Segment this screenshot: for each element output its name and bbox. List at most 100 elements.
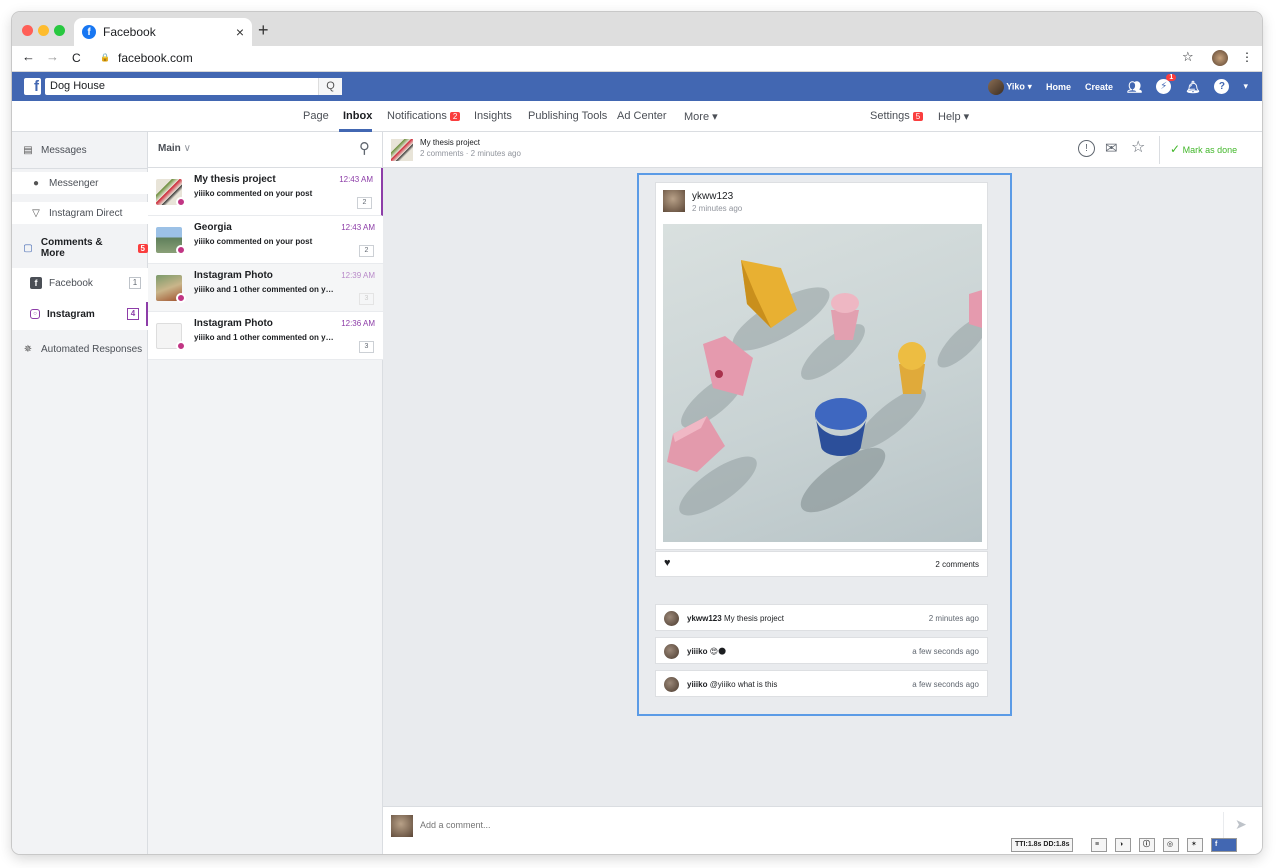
tab-close-icon[interactable]: × [236, 24, 244, 40]
tti-readout: TTI:1.8s DD:1.8s [1011, 838, 1074, 852]
comment-row[interactable]: ykww123 My thesis project 2 minutes ago [655, 604, 988, 631]
create-link[interactable]: Create [1085, 82, 1113, 92]
sidebar-item-messenger[interactable]: ● Messenger [12, 172, 148, 194]
filter-label: Main [158, 143, 181, 154]
instagram-badge-icon [176, 293, 186, 303]
minimize-window-button[interactable] [38, 25, 49, 36]
tab-ad-center[interactable]: Ad Center [617, 110, 667, 122]
browser-tab[interactable]: f Facebook × [74, 18, 252, 46]
tab-settings[interactable]: Settings 5 [870, 110, 924, 122]
post-photo[interactable] [663, 224, 982, 542]
thread-subtitle: yiiiko and 1 other commented on your pos… [194, 333, 336, 342]
comment-input[interactable] [420, 816, 1200, 834]
sidebar-item-messages[interactable]: ▤ Messages [12, 140, 148, 160]
user-caret-icon: ▾ [1027, 80, 1032, 91]
search-icon[interactable]: Q [318, 78, 342, 95]
thread-count: 3 [359, 341, 374, 353]
search-icon[interactable]: ⚲ [359, 139, 370, 157]
sidebar-item-automated-responses[interactable]: ✵ Automated Responses [12, 338, 148, 360]
messenger-icon: ● [32, 177, 40, 189]
comment-row[interactable]: yiiiko @yiiiko what is this a few second… [655, 670, 988, 697]
instagram-badge-icon [176, 197, 186, 207]
user-menu[interactable]: Yiko ▾ [987, 78, 1032, 95]
mark-unread-icon[interactable]: ✉︎ [1105, 139, 1118, 157]
wooden-shapes-illustration [667, 260, 982, 516]
profile-avatar[interactable] [1212, 50, 1228, 66]
facebook-logo-icon[interactable]: f [24, 78, 41, 95]
sidebar-item-label: Facebook [49, 277, 93, 289]
star-icon[interactable]: ☆ [1131, 137, 1145, 157]
notifications-bell-icon[interactable]: 🔔︎ [1185, 80, 1200, 94]
commenter-avatar [664, 611, 679, 626]
sidebar-item-facebook[interactable]: f Facebook 1 [12, 272, 148, 294]
comment-body: 😍🌑 [709, 647, 727, 656]
facebook-square-icon: f [30, 277, 42, 289]
sidebar-item-label: Instagram Direct [49, 207, 123, 219]
thread-item[interactable]: Instagram Photo yiiiko and 1 other comme… [148, 264, 383, 312]
sidebar-item-label: Instagram [47, 308, 95, 320]
sidebar-item-comments-more[interactable]: ▢ Comments & More 5 [12, 236, 148, 260]
thread-item[interactable]: My thesis project yiiiko commented on yo… [148, 168, 383, 216]
close-window-button[interactable] [22, 25, 33, 36]
heart-icon[interactable]: ♥ [664, 557, 671, 569]
comments-count[interactable]: 2 comments [935, 560, 979, 569]
comment-body: @yiiiko what is this [709, 680, 778, 689]
browser-tab-bar: f Facebook × + [12, 12, 1262, 46]
debug-bug-icon[interactable]: ✶ [1187, 838, 1203, 852]
sidebar-item-instagram-direct[interactable]: ▽ Instagram Direct [12, 202, 148, 224]
top-nav: Yiko ▾ Home Create 👥︎ ⚡︎ 1 🔔︎ ? ▾ [987, 72, 1248, 101]
direct-send-icon: ▽ [32, 207, 40, 219]
account-caret-icon[interactable]: ▾ [1243, 81, 1248, 92]
back-icon[interactable]: ← [22, 49, 35, 64]
tab-notifications[interactable]: Notifications 2 [387, 110, 461, 122]
inbox-tray-icon: ▤ [23, 144, 33, 156]
sidebar-item-label: Automated Responses [41, 343, 143, 355]
mark-as-done-button[interactable]: ✓ Mark as done [1170, 142, 1237, 156]
debug-facebook-icon[interactable]: f [1211, 838, 1237, 852]
user-avatar [987, 78, 1004, 95]
debug-stack-icon[interactable]: ≡ [1091, 838, 1107, 852]
friends-icon[interactable]: 👥︎ [1127, 80, 1142, 94]
tab-insights[interactable]: Insights [474, 110, 512, 122]
automated-responses-icon: ✵ [23, 343, 33, 355]
post-author-avatar[interactable] [663, 190, 685, 212]
search-input[interactable]: Dog House Q [45, 78, 342, 95]
debug-contrast-icon[interactable]: ◑ [1115, 838, 1131, 852]
comment-text: yiiiko @yiiiko what is this [687, 680, 777, 689]
filter-dropdown[interactable]: Main ∨ [158, 143, 191, 154]
tab-help[interactable]: Help ▾ [938, 110, 969, 123]
thread-subtitle: yiiiko commented on your post [194, 237, 313, 246]
forward-icon[interactable]: → [46, 49, 59, 64]
facebook-count: 1 [129, 277, 141, 289]
tab-inbox[interactable]: Inbox [343, 110, 372, 122]
browser-menu-icon[interactable]: ⋮ [1241, 50, 1253, 64]
debug-info-icon[interactable]: ⓘ [1139, 838, 1155, 852]
home-link[interactable]: Home [1046, 82, 1071, 92]
send-icon[interactable]: ➤ [1235, 816, 1247, 833]
new-tab-button[interactable]: + [258, 20, 269, 41]
tab-more[interactable]: More ▾ [684, 110, 718, 123]
thread-item[interactable]: Georgia yiiiko commented on your post 12… [148, 216, 383, 264]
post-author[interactable]: ykww123 [692, 191, 733, 202]
bookmark-star-icon[interactable]: ☆ [1182, 49, 1194, 65]
help-icon[interactable]: ? [1214, 79, 1230, 94]
tab-page[interactable]: Page [303, 110, 329, 122]
inbox-sidebar: ▤ Messages ● Messenger ▽ Instagram Direct ▢… [12, 132, 148, 854]
sidebar-item-instagram[interactable]: ○ Instagram 4 [12, 302, 148, 326]
thread-count: 2 [357, 197, 372, 209]
post-time: 2 minutes ago [692, 204, 743, 213]
tab-publishing-tools[interactable]: Publishing Tools [528, 110, 607, 122]
thread-title: My thesis project [194, 174, 276, 185]
reload-icon[interactable]: C [72, 51, 81, 65]
url-field[interactable]: facebook.com [118, 51, 193, 65]
comment-time: 2 minutes ago [928, 614, 979, 623]
maximize-window-button[interactable] [54, 25, 65, 36]
lock-icon: 🔒 [100, 53, 110, 62]
debug-globe-icon[interactable]: ◎ [1163, 838, 1179, 852]
settings-badge: 5 [912, 112, 924, 121]
report-icon[interactable]: ! [1078, 140, 1095, 157]
comment-row[interactable]: yiiiko 😍🌑 a few seconds ago [655, 637, 988, 664]
messenger-icon[interactable]: ⚡︎ 1 [1156, 74, 1177, 94]
thread-time: 12:39 AM [341, 271, 375, 280]
thread-item[interactable]: Instagram Photo yiiiko and 1 other comme… [148, 312, 383, 360]
